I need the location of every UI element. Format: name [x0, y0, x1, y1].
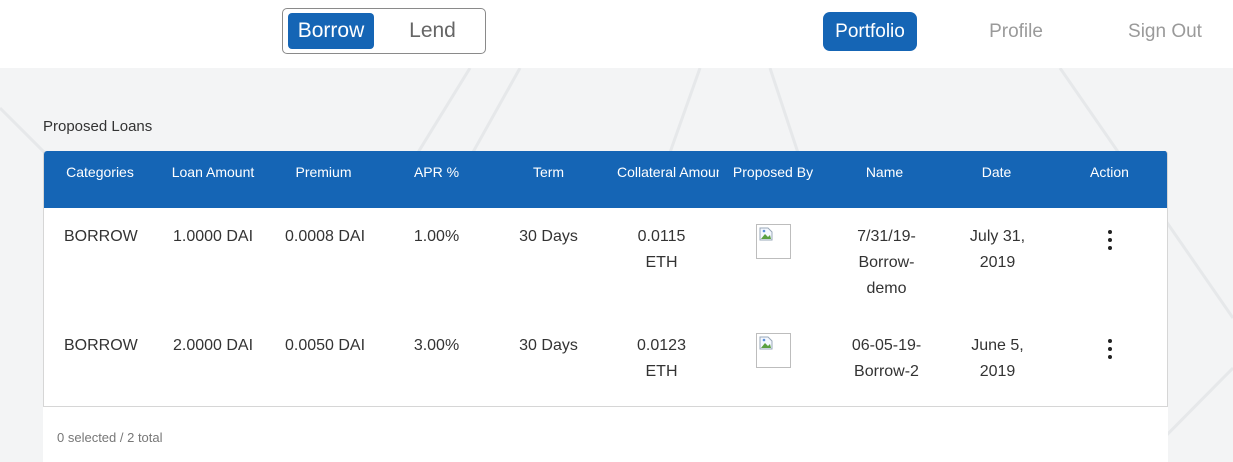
cell-loan-amount: 1.0000 DAI	[172, 228, 254, 245]
cell-name: 06-05-19- Borrow-2	[839, 333, 934, 385]
broken-image-icon	[756, 224, 791, 259]
lend-toggle-button[interactable]: Lend	[383, 13, 482, 49]
cell-collateral-unit: ETH	[645, 254, 678, 271]
cell-term: 30 Days	[519, 337, 578, 354]
cell-name-line: 06-05-19-	[851, 337, 922, 354]
portfolio-button[interactable]: Portfolio	[823, 12, 917, 51]
borrow-toggle-button[interactable]: Borrow	[288, 13, 374, 49]
table-row[interactable]: BORROW 2.0000 DAI 0.0050 DAI 3.00% 30 Da…	[44, 333, 1167, 393]
column-header-categories[interactable]: Categories	[54, 151, 146, 193]
profile-link[interactable]: Profile	[978, 12, 1054, 51]
cell-date-line: 2019	[979, 254, 1016, 271]
borrow-lend-toggle: Borrow Lend	[282, 8, 486, 54]
cell-name: 7/31/19- Borrow- demo	[839, 224, 934, 302]
cell-apr: 3.00%	[413, 337, 460, 354]
cell-collateral-unit: ETH	[645, 363, 678, 380]
cell-collateral: 0.0115 ETH	[614, 224, 709, 276]
cell-date-line: June 5,	[971, 337, 1024, 354]
cell-term: 30 Days	[519, 228, 578, 245]
selection-status: 0 selected / 2 total	[57, 430, 163, 445]
cell-date: June 5, 2019	[950, 333, 1045, 385]
broken-image-icon	[756, 333, 791, 368]
column-header-name[interactable]: Name	[837, 151, 932, 193]
column-header-proposed-by[interactable]: Proposed By	[727, 151, 819, 193]
cell-collateral: 0.0123 ETH	[614, 333, 709, 385]
cell-collateral-amount: 0.0123	[637, 337, 686, 354]
cell-name-line: Borrow-	[858, 254, 915, 271]
cell-name-line: Borrow-2	[854, 363, 919, 380]
column-header-collateral-amount[interactable]: Collateral Amount	[617, 151, 719, 193]
cell-name-line: demo	[866, 280, 907, 297]
column-header-date[interactable]: Date	[949, 151, 1044, 193]
cell-date-line: 2019	[979, 363, 1016, 380]
column-header-apr[interactable]: APR %	[389, 151, 484, 193]
cell-premium: 0.0050 DAI	[284, 337, 366, 354]
cell-category: BORROW	[64, 228, 138, 245]
cell-collateral-amount: 0.0115	[637, 228, 686, 245]
cell-date: July 31, 2019	[950, 224, 1045, 276]
cell-loan-amount: 2.0000 DAI	[172, 337, 254, 354]
section-title: Proposed Loans	[43, 118, 153, 135]
top-bar: Borrow Lend Portfolio Profile Sign Out	[0, 0, 1233, 68]
cell-category: BORROW	[64, 337, 138, 354]
cell-name-line: 7/31/19-	[857, 228, 916, 245]
sign-out-link[interactable]: Sign Out	[1118, 12, 1212, 51]
table-footer: 0 selected / 2 total	[43, 407, 1168, 462]
kebab-menu-icon[interactable]	[1103, 337, 1117, 361]
cell-apr: 1.00%	[413, 228, 460, 245]
column-header-action[interactable]: Action	[1062, 151, 1157, 193]
column-header-premium[interactable]: Premium	[276, 151, 371, 193]
column-header-loan-amount[interactable]: Loan Amount	[162, 151, 264, 193]
cell-date-line: July 31,	[969, 228, 1026, 245]
column-header-term[interactable]: Term	[501, 151, 596, 193]
kebab-menu-icon[interactable]	[1103, 228, 1117, 252]
table-header: Categories Loan Amount Premium APR % Ter…	[44, 151, 1167, 208]
proposed-loans-table: Categories Loan Amount Premium APR % Ter…	[43, 151, 1168, 407]
cell-premium: 0.0008 DAI	[284, 228, 366, 245]
table-row[interactable]: BORROW 1.0000 DAI 0.0008 DAI 1.00% 30 Da…	[44, 224, 1167, 324]
